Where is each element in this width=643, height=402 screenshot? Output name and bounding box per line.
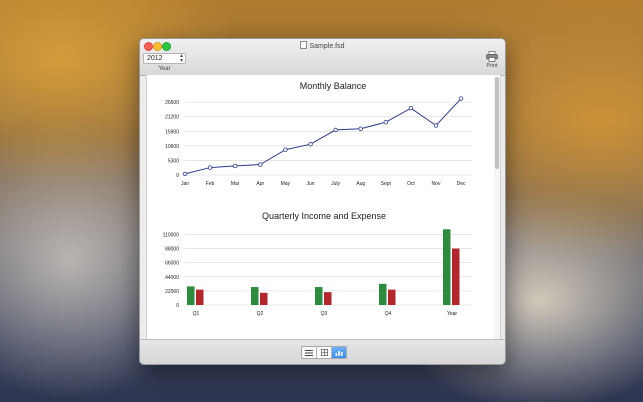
bar bbox=[315, 287, 323, 305]
data-point bbox=[408, 105, 414, 111]
data-point bbox=[458, 96, 464, 101]
x-tick-label: May bbox=[281, 181, 291, 187]
x-tick-label: Q3 bbox=[321, 311, 328, 317]
data-point bbox=[207, 165, 213, 170]
year-value: 2012 bbox=[147, 55, 163, 62]
bar bbox=[324, 292, 332, 305]
chart-title: Quarterly Income and Expense bbox=[262, 211, 386, 221]
x-tick-label: Jun bbox=[306, 181, 314, 187]
y-tick-label: 15900 bbox=[165, 129, 179, 135]
chart-view-button[interactable] bbox=[332, 347, 346, 358]
data-point bbox=[333, 127, 338, 133]
print-button[interactable]: Print bbox=[483, 51, 501, 69]
bar bbox=[388, 289, 396, 305]
x-tick-label: Nov bbox=[432, 181, 441, 187]
x-tick-label: Q2 bbox=[257, 311, 264, 317]
data-point bbox=[232, 163, 238, 169]
scrollbar-thumb[interactable] bbox=[495, 77, 499, 169]
bar bbox=[260, 292, 268, 305]
print-label: Print bbox=[486, 63, 498, 69]
data-point bbox=[308, 141, 313, 147]
bar bbox=[379, 283, 387, 305]
y-tick-label: 0 bbox=[176, 173, 179, 179]
x-tick-label: Dec bbox=[457, 181, 466, 187]
balance-line bbox=[184, 98, 462, 175]
data-point bbox=[258, 162, 263, 167]
updown-chevron-icon: ▴ ▾ bbox=[179, 53, 183, 64]
quarterly-income-expense-chart: Quarterly Income and Expense 0 22000 44000 6… bbox=[163, 211, 472, 317]
monthly-balance-chart: Monthly Balance 0 5300 10600 15900 21200 26500… bbox=[165, 81, 472, 187]
data-point bbox=[182, 171, 188, 177]
document-icon bbox=[300, 41, 308, 49]
y-tick-label: 10600 bbox=[165, 144, 179, 150]
x-tick-label: Sept bbox=[381, 181, 392, 187]
bar bbox=[452, 248, 460, 305]
year-label: Year bbox=[158, 66, 171, 72]
data-point bbox=[433, 123, 439, 128]
x-tick-label: Aug bbox=[356, 181, 365, 187]
vertical-scrollbar[interactable] bbox=[494, 75, 500, 339]
y-tick-label: 21200 bbox=[165, 115, 179, 121]
chart-icon bbox=[335, 350, 343, 356]
x-tick-label: Year bbox=[447, 311, 457, 317]
printer-icon bbox=[486, 51, 498, 62]
bar bbox=[196, 289, 204, 305]
y-tick-label: 22000 bbox=[165, 289, 179, 295]
chart-title: Monthly Balance bbox=[300, 81, 367, 91]
list-view-button[interactable] bbox=[302, 347, 317, 358]
window-title-wrap: Sample.fsd bbox=[140, 41, 505, 50]
title-bar: Sample.fsd 2012 ▴ ▾ Year Print bbox=[140, 39, 505, 76]
x-tick-label: Jan bbox=[181, 181, 189, 187]
y-tick-label: 44000 bbox=[165, 275, 179, 281]
grid-icon bbox=[320, 349, 328, 356]
x-tick-label: Q1 bbox=[193, 311, 200, 317]
x-tick-label: Oct bbox=[407, 181, 415, 187]
data-point bbox=[358, 126, 363, 131]
y-tick-label: 5300 bbox=[168, 158, 179, 164]
x-tick-label: Mar bbox=[231, 181, 240, 187]
window-title: Sample.fsd bbox=[309, 43, 345, 50]
bottom-toolbar bbox=[140, 339, 505, 364]
bar bbox=[251, 287, 259, 305]
data-point bbox=[283, 147, 288, 152]
app-window: Sample.fsd 2012 ▴ ▾ Year Print Monthly Ba… bbox=[139, 38, 506, 365]
bar bbox=[187, 286, 195, 305]
x-tick-label: Q4 bbox=[385, 311, 392, 317]
view-mode-segmented-control[interactable] bbox=[301, 346, 347, 359]
y-tick-label: 26500 bbox=[165, 100, 179, 106]
y-tick-label: 0 bbox=[176, 303, 179, 309]
report-content: Monthly Balance 0 5300 10600 15900 21200 26500… bbox=[146, 75, 501, 339]
year-select[interactable]: 2012 ▴ ▾ bbox=[143, 53, 186, 64]
list-icon bbox=[305, 349, 313, 356]
y-tick-label: 110000 bbox=[163, 232, 180, 238]
bar bbox=[443, 229, 451, 305]
x-tick-label: July bbox=[331, 181, 340, 187]
data-point bbox=[383, 120, 388, 125]
y-tick-label: 88000 bbox=[165, 247, 179, 253]
grid-view-button[interactable] bbox=[317, 347, 332, 358]
x-tick-label: Feb bbox=[206, 181, 215, 187]
x-tick-label: Apr bbox=[256, 181, 264, 187]
y-tick-label: 66000 bbox=[165, 261, 179, 267]
